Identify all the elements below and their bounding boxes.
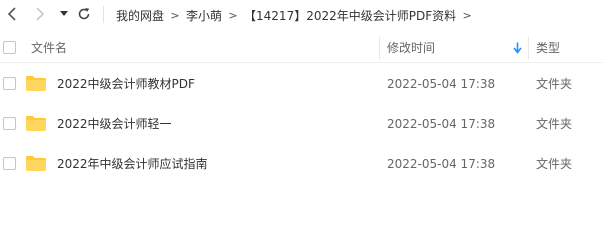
file-row[interactable]: 2022年中级会计师应试指南 2022-05-04 17:38 文件夹: [0, 144, 603, 184]
refresh-button[interactable]: [74, 4, 94, 24]
refresh-icon: [78, 8, 90, 20]
file-list-header: 文件名 修改时间 类型: [0, 33, 603, 63]
row-checkbox[interactable]: [3, 157, 16, 170]
caret-down-icon: [60, 11, 68, 16]
file-name[interactable]: 2022中级会计师教材PDF: [57, 64, 195, 104]
breadcrumb-separator: >: [228, 8, 238, 22]
sort-descending-icon[interactable]: [513, 42, 522, 57]
history-dropdown-button[interactable]: [54, 4, 74, 24]
toolbar-divider: [103, 6, 104, 23]
column-divider[interactable]: [379, 37, 380, 59]
breadcrumb-separator[interactable]: >: [456, 9, 478, 22]
row-checkbox[interactable]: [3, 77, 16, 90]
breadcrumb: 我的网盘 > 李小萌 > 【14217】2022年中级会计师PDF资料 >: [116, 0, 478, 30]
chevron-left-icon: [7, 7, 16, 21]
column-header-modified[interactable]: 修改时间: [387, 33, 435, 63]
back-button[interactable]: [2, 4, 22, 24]
folder-icon: [26, 116, 46, 131]
column-header-type[interactable]: 类型: [536, 33, 560, 63]
breadcrumb-separator: >: [170, 8, 180, 22]
file-name[interactable]: 2022年中级会计师应试指南: [57, 144, 208, 184]
folder-icon: [26, 156, 46, 171]
file-name[interactable]: 2022中级会计师轻一: [57, 104, 172, 144]
file-modified-time: 2022-05-04 17:38: [387, 157, 496, 171]
select-all-checkbox[interactable]: [3, 41, 16, 54]
breadcrumb-item-user[interactable]: 李小萌: [186, 7, 222, 24]
file-row[interactable]: 2022中级会计师教材PDF 2022-05-04 17:38 文件夹: [0, 64, 603, 104]
chevron-right-icon: [36, 7, 45, 21]
breadcrumb-item-current-folder[interactable]: 【14217】2022年中级会计师PDF资料: [244, 7, 456, 24]
row-checkbox[interactable]: [3, 117, 16, 130]
column-header-name[interactable]: 文件名: [31, 33, 67, 63]
file-type: 文件夹: [536, 117, 573, 131]
file-modified-time: 2022-05-04 17:38: [387, 117, 496, 131]
file-type: 文件夹: [536, 77, 573, 91]
breadcrumb-item-root[interactable]: 我的网盘: [116, 7, 164, 24]
folder-icon: [26, 76, 46, 91]
file-type: 文件夹: [536, 157, 573, 171]
file-modified-time: 2022-05-04 17:38: [387, 77, 496, 91]
navigation-toolbar: 我的网盘 > 李小萌 > 【14217】2022年中级会计师PDF资料 >: [0, 0, 603, 30]
column-divider[interactable]: [528, 37, 529, 59]
file-row[interactable]: 2022中级会计师轻一 2022-05-04 17:38 文件夹: [0, 104, 603, 144]
forward-button[interactable]: [30, 4, 50, 24]
